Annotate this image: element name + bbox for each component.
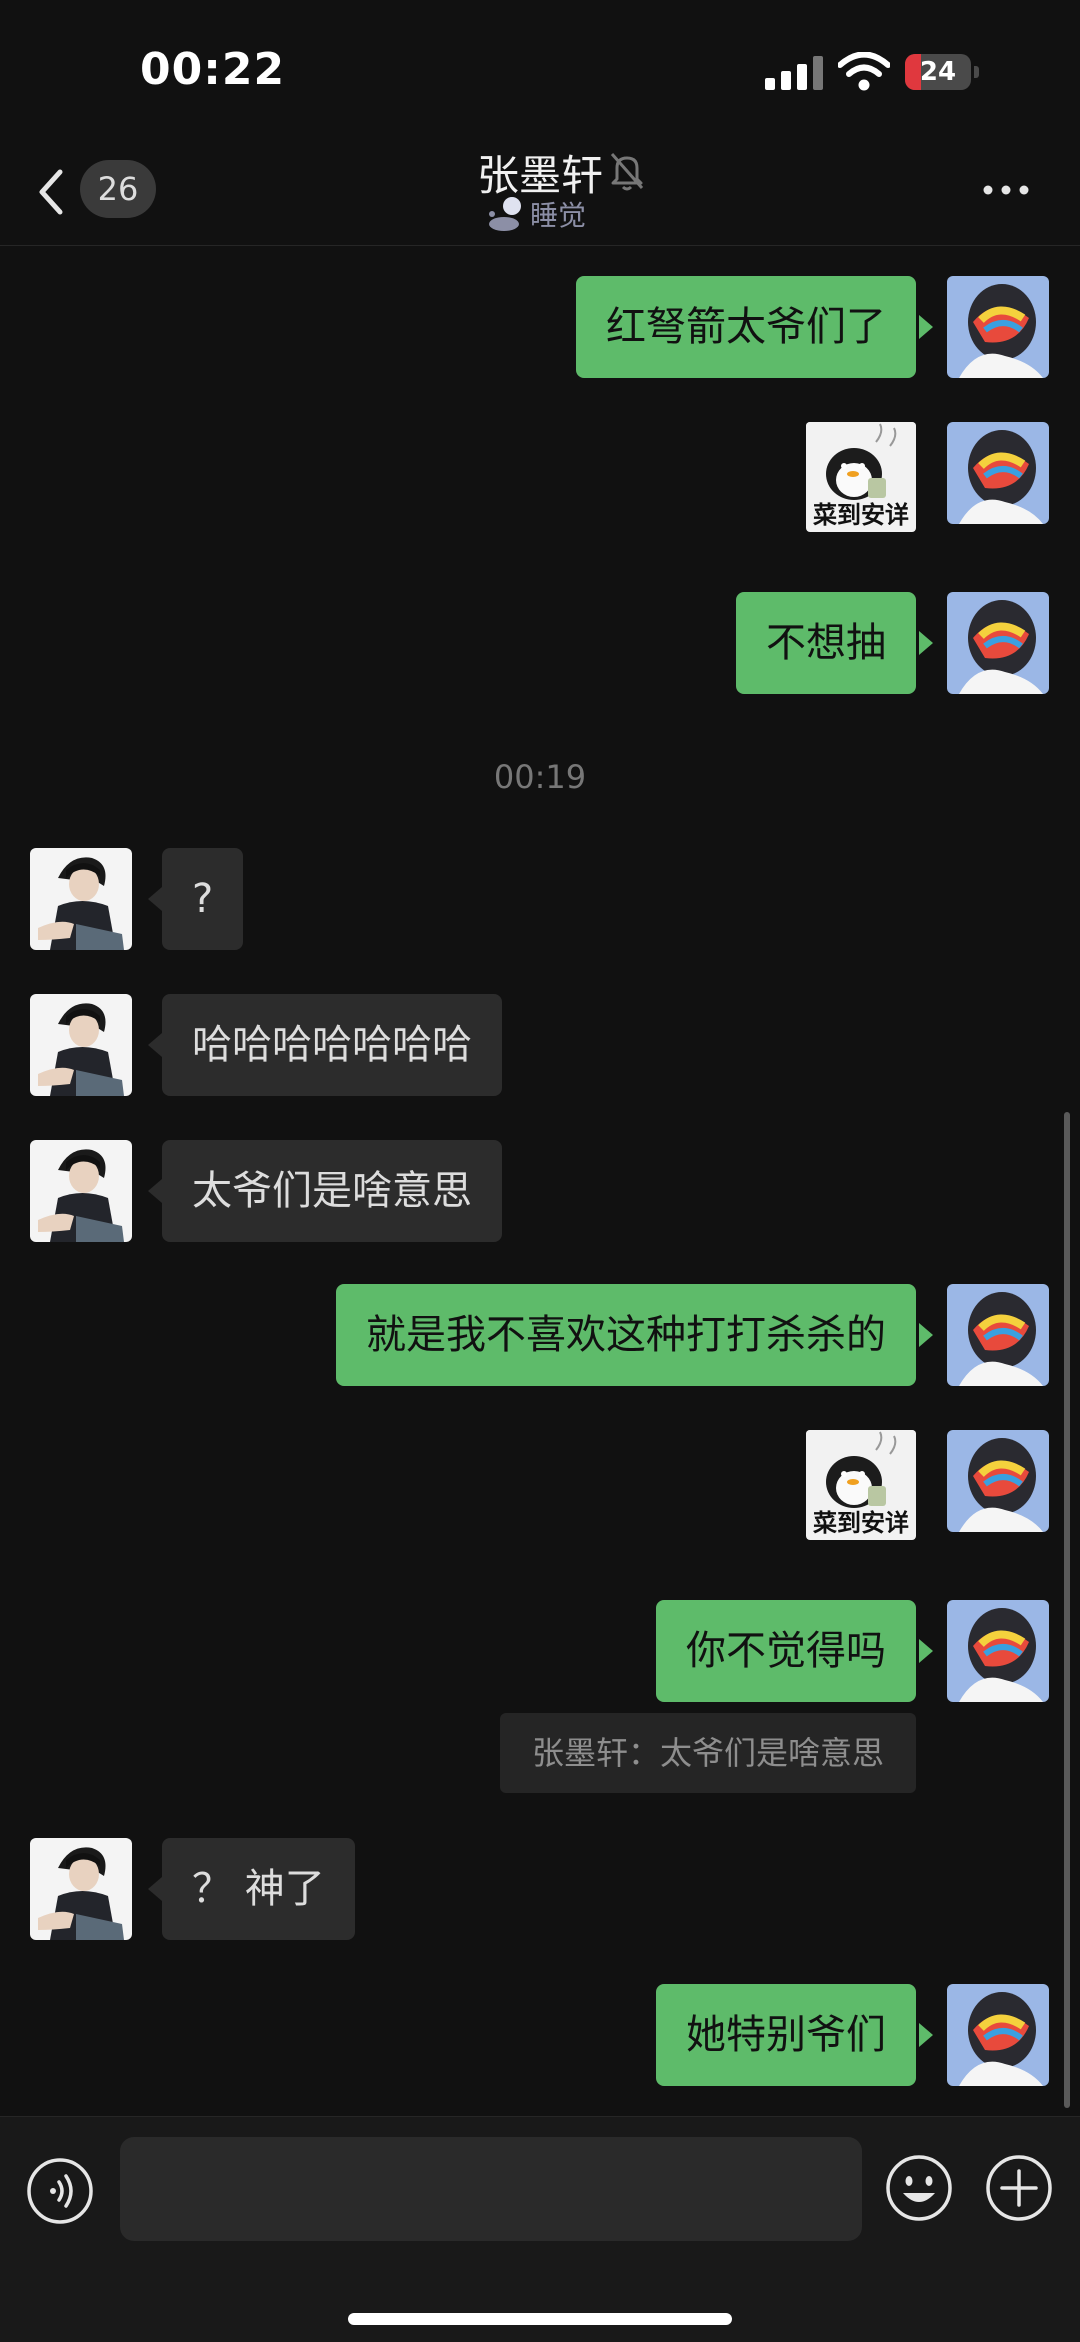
plus-icon[interactable] (984, 2153, 1054, 2223)
my-avatar[interactable] (947, 1430, 1049, 1532)
message-bubble-sent[interactable]: 不想抽 (736, 592, 916, 694)
contact-avatar[interactable] (30, 1838, 132, 1940)
my-avatar[interactable] (947, 422, 1049, 524)
message-bubble-sent[interactable]: 红弩箭太爷们了 (576, 276, 916, 378)
status-time: 00:22 (140, 44, 286, 95)
sticker-penguin[interactable]: 菜到安详 (806, 1430, 916, 1540)
sticker-caption: 菜到安详 (813, 1509, 909, 1537)
sticker-penguin[interactable]: 菜到安详 (806, 422, 916, 532)
my-avatar[interactable] (947, 1984, 1049, 2086)
battery-icon: 24 (905, 54, 981, 92)
message-list[interactable]: 红弩箭太爷们了 菜到安详 不想抽 00:19 ? 哈哈哈哈哈哈哈 太爷们是啥意思… (0, 246, 1080, 2116)
message-bubble-sent[interactable]: 你不觉得吗 (656, 1600, 916, 1702)
emoji-icon[interactable] (884, 2153, 954, 2223)
my-avatar[interactable] (947, 276, 1049, 378)
message-bubble-sent[interactable]: 她特别爷们 (656, 1984, 916, 2086)
contact-status-text: 睡觉 (530, 199, 587, 232)
message-bubble-received[interactable]: 哈哈哈哈哈哈哈 (162, 994, 502, 1096)
message-timestamp: 00:19 (493, 758, 587, 796)
message-bubble-received[interactable]: 太爷们是啥意思 (162, 1140, 502, 1242)
my-avatar[interactable] (947, 1284, 1049, 1386)
signal-icon (765, 56, 823, 90)
more-icon[interactable] (980, 180, 1032, 200)
sleep-status-icon (489, 197, 521, 231)
contact-avatar[interactable] (30, 848, 132, 950)
message-bubble-received[interactable]: ? (162, 848, 244, 950)
chat-header: 26 张墨轩 睡觉 (0, 140, 1080, 246)
message-bubble-sent[interactable]: 就是我不喜欢这种打打杀杀的 (336, 1284, 916, 1386)
my-avatar[interactable] (947, 592, 1049, 694)
home-indicator[interactable] (348, 2313, 732, 2325)
input-bar (0, 2116, 1080, 2342)
message-bubble-received[interactable]: ？ 神了 (162, 1838, 355, 1940)
battery-level: 24 (919, 57, 957, 87)
bell-muted-icon (610, 153, 644, 191)
my-avatar[interactable] (947, 1600, 1049, 1702)
voice-icon[interactable] (26, 2157, 94, 2225)
contact-avatar[interactable] (30, 1140, 132, 1242)
scrollbar[interactable] (1064, 1112, 1070, 2108)
message-input[interactable] (120, 2137, 862, 2241)
contact-avatar[interactable] (30, 994, 132, 1096)
quoted-message[interactable]: 张墨轩：太爷们是啥意思 (499, 1713, 916, 1793)
sticker-caption: 菜到安详 (813, 501, 909, 529)
wifi-icon (838, 52, 890, 91)
status-bar: 00:22 24 (0, 0, 1080, 140)
